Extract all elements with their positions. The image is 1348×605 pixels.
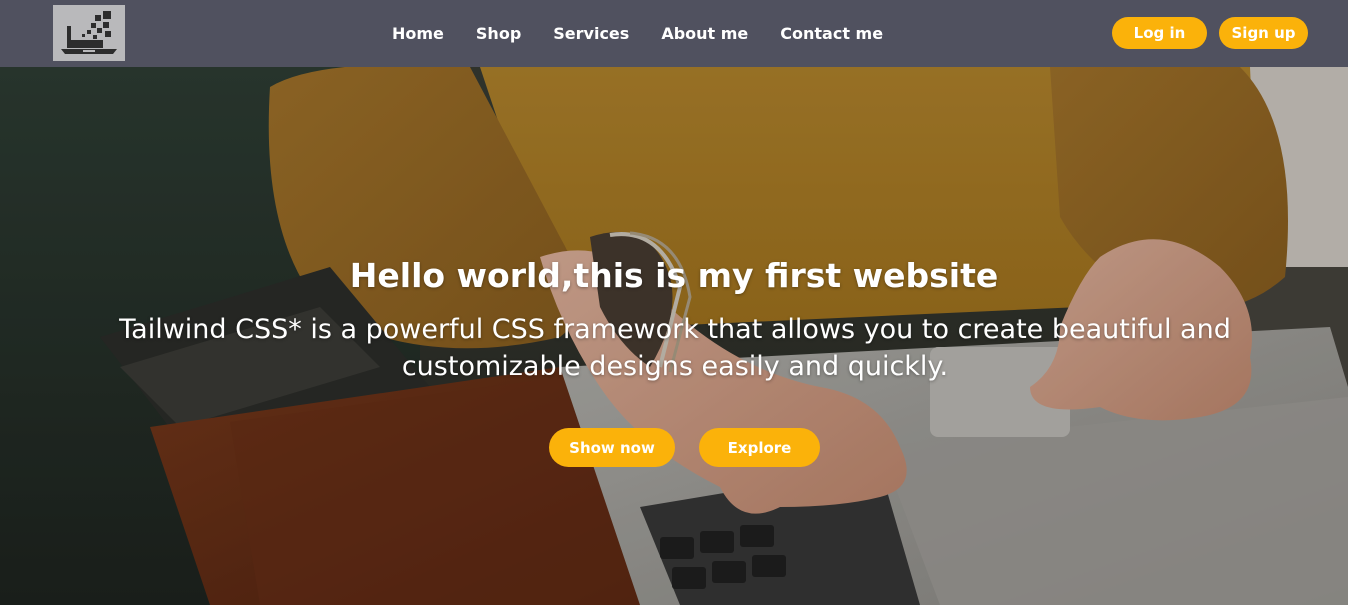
explore-button[interactable]: Explore [699,428,820,467]
login-button[interactable]: Log in [1112,17,1207,49]
nav-link-about-me[interactable]: About me [661,24,748,43]
show-now-button[interactable]: Show now [549,428,675,467]
logo[interactable] [53,5,125,61]
nav-link-shop[interactable]: Shop [476,24,521,43]
laptop-pixel-logo-icon [61,11,117,54]
hero-subtitle: Tailwind CSS* is a powerful CSS framewor… [119,314,1231,382]
signup-button[interactable]: Sign up [1219,17,1308,49]
navbar: Home Shop Services About me Contact me L… [0,0,1348,67]
nav-link-home[interactable]: Home [392,24,444,43]
nav-link-contact-me[interactable]: Contact me [780,24,883,43]
hero-section: Hello world,this is my first website Tai… [0,67,1348,605]
main-nav: Home Shop Services About me Contact me [392,0,883,67]
nav-link-services[interactable]: Services [553,24,629,43]
hero-title: Hello world,this is my first website [349,256,999,295]
